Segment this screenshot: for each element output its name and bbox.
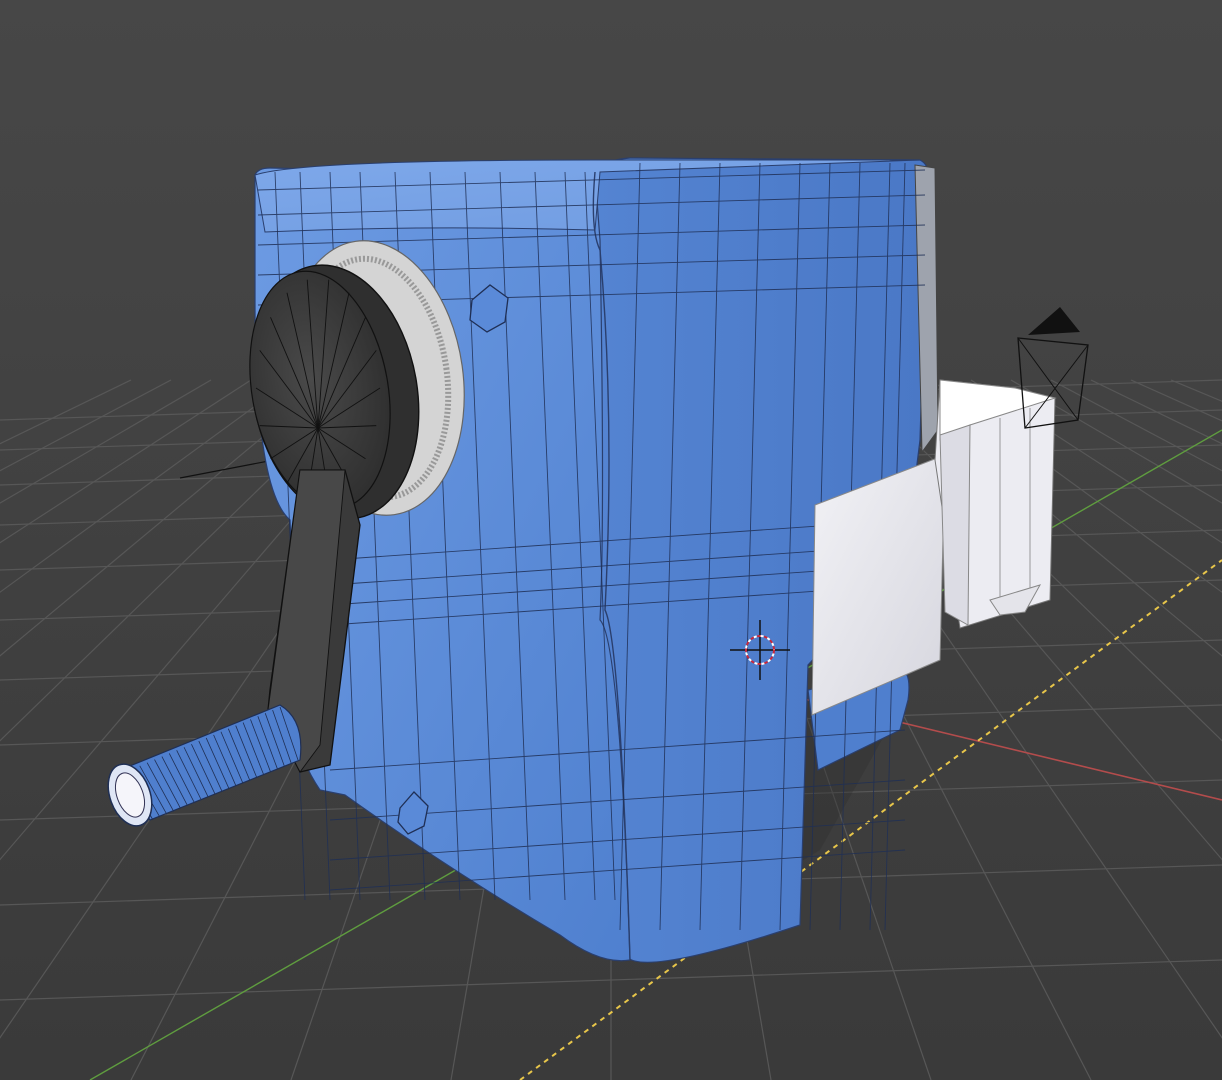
viewport-canvas[interactable] xyxy=(0,0,1222,1080)
3d-viewport[interactable] xyxy=(0,0,1222,1080)
drawer-front-lip xyxy=(939,424,971,626)
